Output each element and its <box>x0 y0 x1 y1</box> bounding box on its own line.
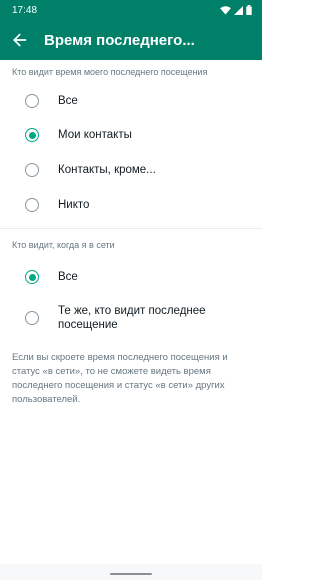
signal-icon <box>234 5 243 15</box>
last-seen-header: Кто видит время моего последнего посещен… <box>12 67 208 77</box>
battery-icon <box>246 5 252 15</box>
last-seen-option-my-contacts[interactable]: Мои контакты <box>0 122 262 148</box>
option-label: Те же, кто видит последнее посещение <box>58 305 206 331</box>
last-seen-option-nobody[interactable]: Никто <box>0 192 262 218</box>
online-option-everyone[interactable]: Все <box>0 263 262 289</box>
radio-button[interactable] <box>25 311 39 325</box>
option-label: Мои контакты <box>58 129 132 141</box>
option-label: Все <box>58 95 78 107</box>
footnote-text: Если вы скроете время последнего посещен… <box>12 352 228 405</box>
radio-button[interactable] <box>25 94 39 108</box>
last-seen-option-contacts-except[interactable]: Контакты, кроме... <box>0 157 262 183</box>
home-gesture-handle[interactable] <box>110 573 152 575</box>
radio-button[interactable] <box>25 163 39 177</box>
wifi-icon <box>220 5 231 15</box>
last-seen-option-everyone[interactable]: Все <box>0 88 262 114</box>
status-bar: 17:48 <box>0 0 262 20</box>
online-header: Кто видит, когда я в сети <box>12 240 115 250</box>
status-time: 17:48 <box>12 4 38 16</box>
option-label: Никто <box>58 199 90 211</box>
radio-button-checked[interactable] <box>25 270 39 284</box>
app-bar: Время последнего... <box>0 20 262 60</box>
back-button[interactable] <box>0 20 40 60</box>
radio-button-checked[interactable] <box>25 128 39 142</box>
status-icons <box>220 5 252 15</box>
navigation-bar <box>0 564 262 580</box>
page-title: Время последнего... <box>44 31 195 49</box>
section-divider <box>0 228 262 229</box>
online-option-same-as-last-seen[interactable]: Те же, кто видит последнее посещение <box>0 300 262 336</box>
radio-button[interactable] <box>25 198 39 212</box>
option-label: Контакты, кроме... <box>58 164 156 176</box>
arrow-left-icon <box>13 33 27 47</box>
option-label: Все <box>58 271 78 283</box>
